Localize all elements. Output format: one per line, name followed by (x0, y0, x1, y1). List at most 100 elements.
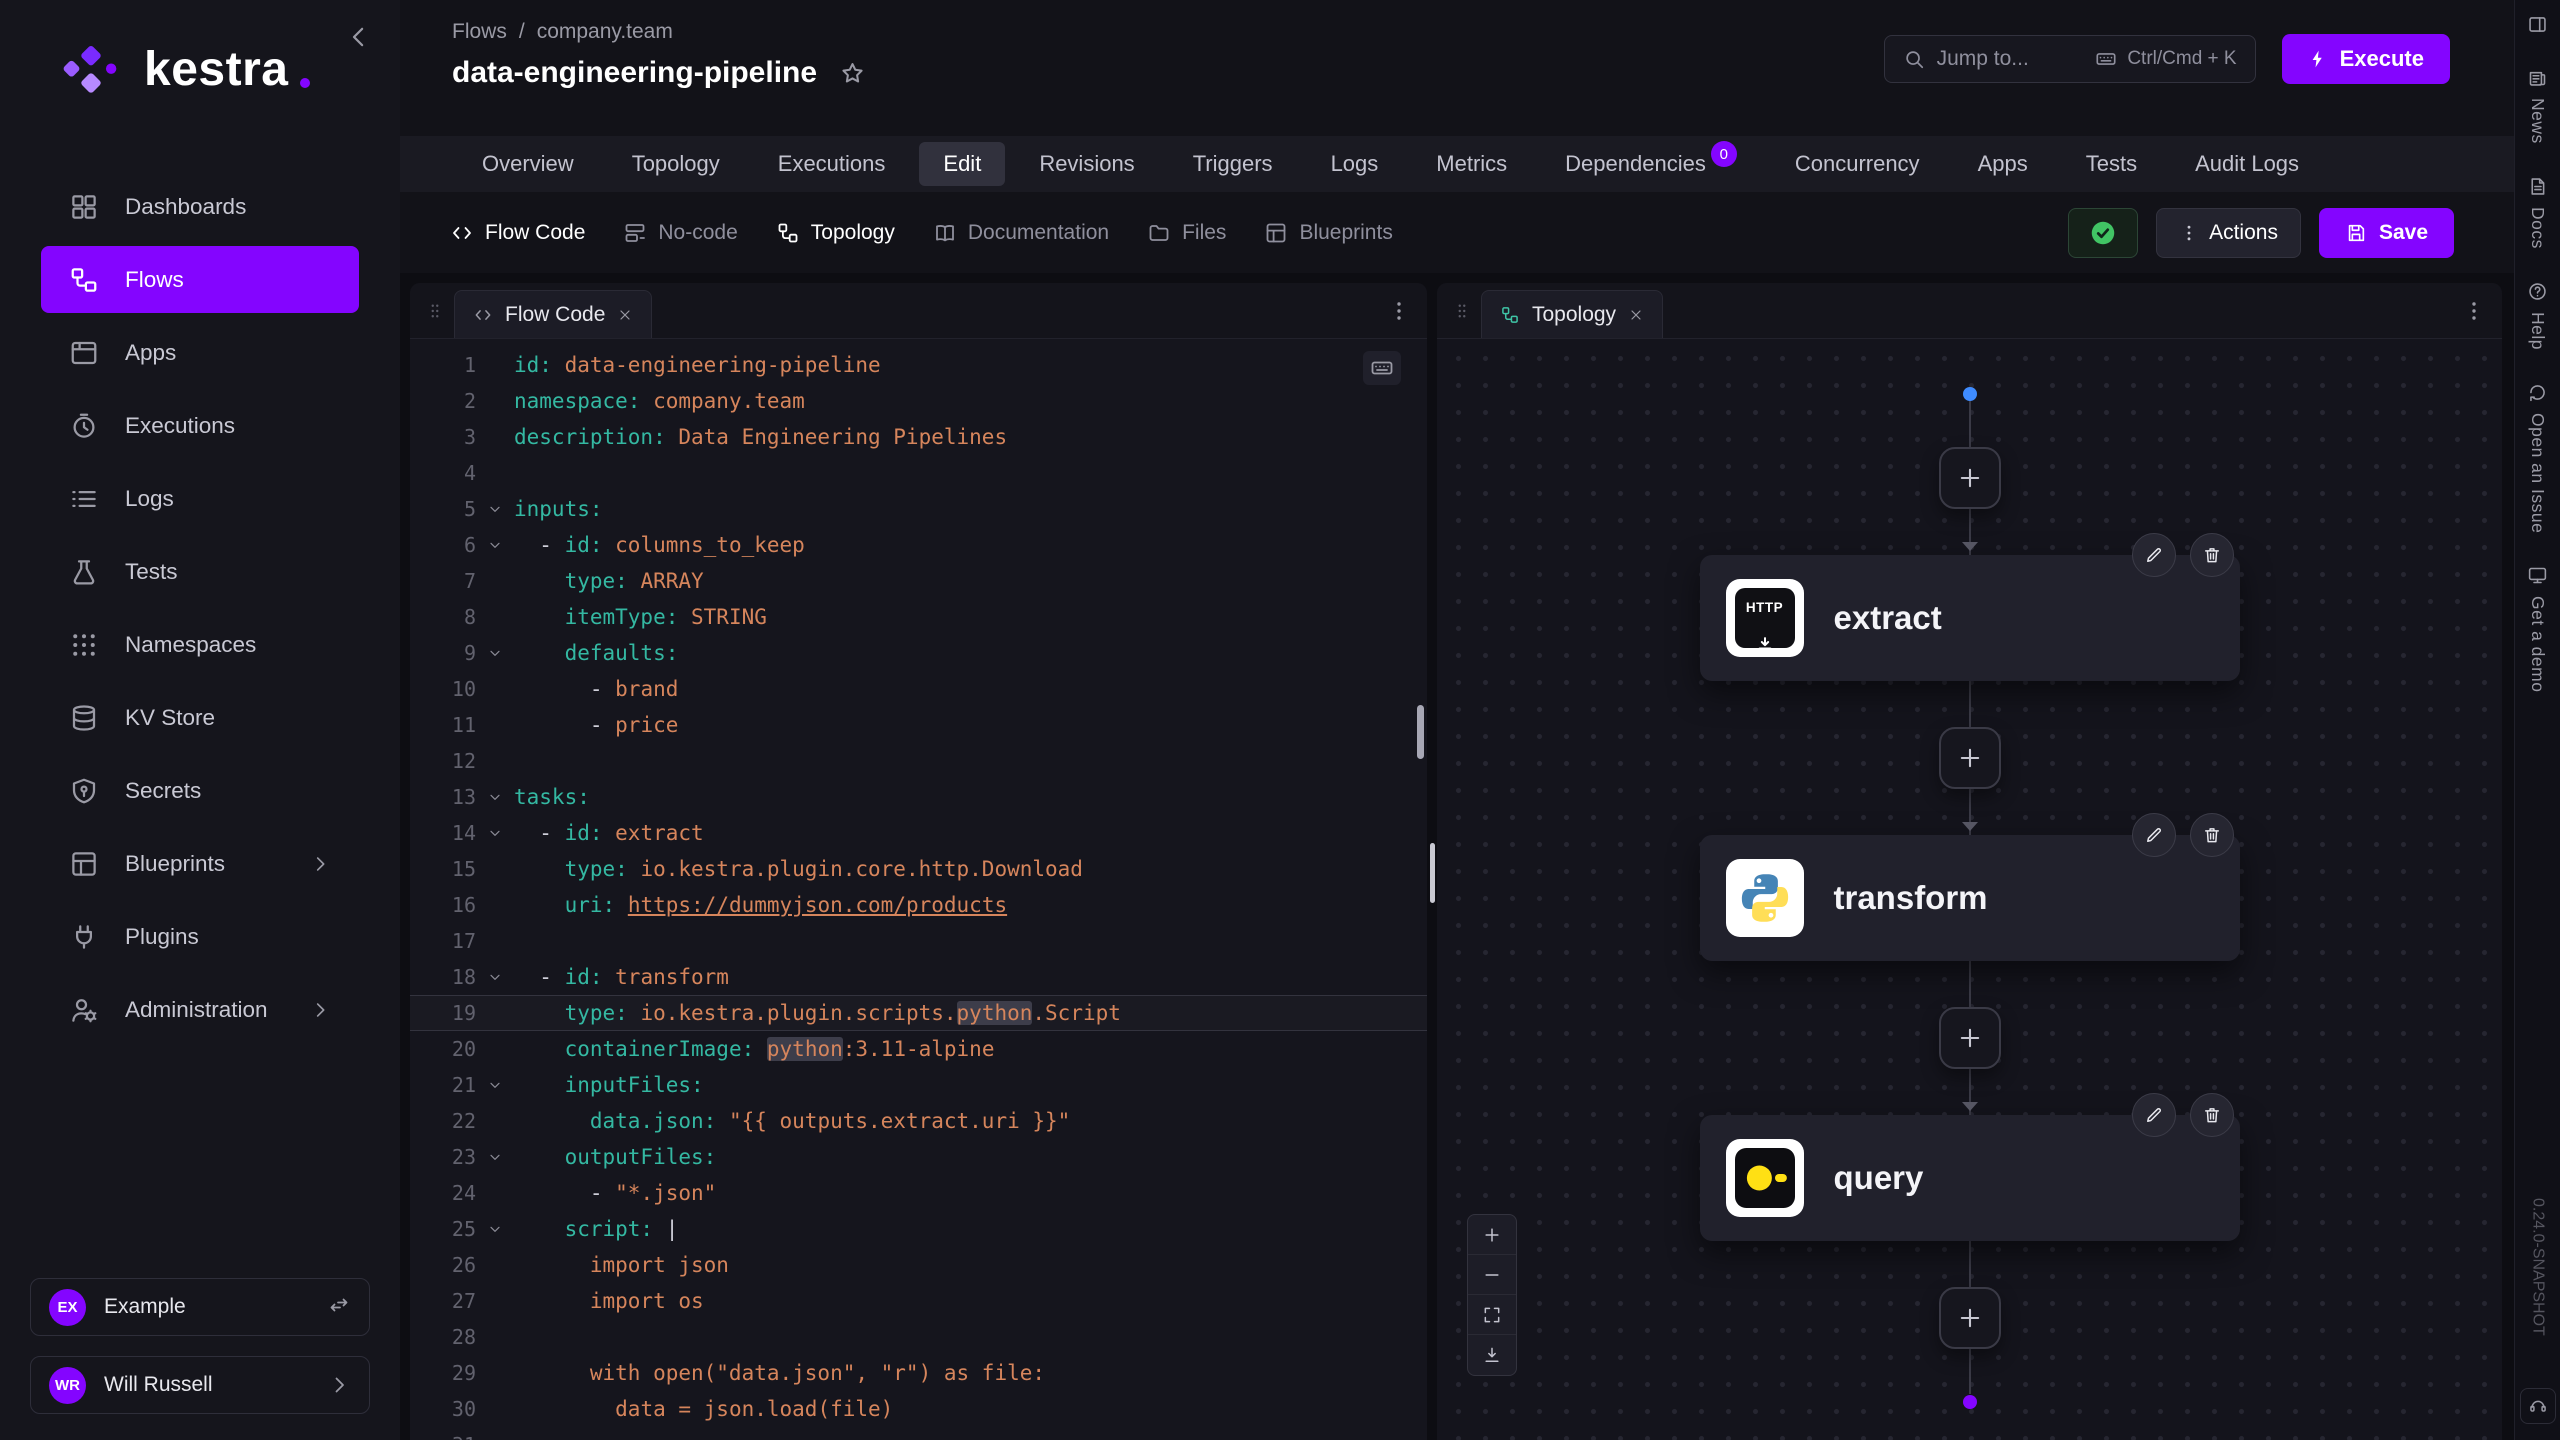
drag-handle-icon[interactable] (426, 297, 444, 325)
view-topology[interactable]: Topology (762, 213, 909, 253)
tab-overview[interactable]: Overview (458, 142, 598, 186)
zoom-in-button[interactable] (1468, 1215, 1516, 1255)
topology-tab[interactable]: Topology (1481, 290, 1663, 338)
sidebar-item-secrets[interactable]: Secrets (41, 757, 359, 824)
view-no-code[interactable]: No-code (609, 213, 751, 253)
code-line-13[interactable]: 13tasks: (410, 779, 1427, 815)
fold-toggle-icon[interactable] (476, 815, 514, 851)
code-line-4[interactable]: 4 (410, 455, 1427, 491)
code-line-12[interactable]: 12 (410, 743, 1427, 779)
tab-revisions[interactable]: Revisions (1015, 142, 1158, 186)
sidebar-item-apps[interactable]: Apps (41, 319, 359, 386)
code-line-21[interactable]: 21 inputFiles: (410, 1067, 1427, 1103)
sidebar-item-tests[interactable]: Tests (41, 538, 359, 605)
code-line-8[interactable]: 8 itemType: STRING (410, 599, 1427, 635)
kestra-logo[interactable]: kestra (0, 0, 400, 97)
code-line-23[interactable]: 23 outputFiles: (410, 1139, 1427, 1175)
add-task-button[interactable] (1939, 1287, 2001, 1349)
topology-node-transform[interactable]: transform (1700, 835, 2240, 961)
validation-status-button[interactable] (2068, 208, 2138, 258)
splitter-grip[interactable] (1430, 843, 1435, 903)
support-icon[interactable] (2520, 1388, 2556, 1424)
panel-splitter[interactable] (1427, 283, 1437, 1440)
code-line-19[interactable]: 19 type: io.kestra.plugin.scripts.python… (410, 995, 1427, 1031)
code-line-14[interactable]: 14 - id: extract (410, 815, 1427, 851)
tab-tests[interactable]: Tests (2062, 142, 2161, 186)
tab-concurrency[interactable]: Concurrency (1771, 142, 1944, 186)
tab-logs[interactable]: Logs (1307, 142, 1403, 186)
add-task-button[interactable] (1939, 447, 2001, 509)
fold-toggle-icon[interactable] (476, 1211, 514, 1247)
fit-view-button[interactable] (1468, 1295, 1516, 1335)
sidebar-item-kv-store[interactable]: KV Store (41, 684, 359, 751)
sidebar-item-logs[interactable]: Logs (41, 465, 359, 532)
close-icon[interactable] (617, 307, 633, 323)
sidebar-item-blueprints[interactable]: Blueprints (41, 830, 359, 897)
code-line-29[interactable]: 29 with open("data.json", "r") as file: (410, 1355, 1427, 1391)
delete-task-button[interactable] (2190, 533, 2234, 577)
topology-node-query[interactable]: query (1700, 1115, 2240, 1241)
rail-item-open-an-issue[interactable]: Open an Issue (2527, 382, 2548, 533)
edit-task-button[interactable] (2132, 1093, 2176, 1137)
tab-metrics[interactable]: Metrics (1412, 142, 1531, 186)
actions-button[interactable]: Actions (2156, 208, 2301, 258)
tab-triggers[interactable]: Triggers (1169, 142, 1297, 186)
sidebar-item-executions[interactable]: Executions (41, 392, 359, 459)
code-line-25[interactable]: 25 script: | (410, 1211, 1427, 1247)
keyboard-icon[interactable] (1363, 351, 1401, 385)
code-line-16[interactable]: 16 uri: https://dummyjson.com/products (410, 887, 1427, 923)
zoom-out-button[interactable] (1468, 1255, 1516, 1295)
delete-task-button[interactable] (2190, 1093, 2234, 1137)
star-icon[interactable] (839, 60, 866, 87)
code-line-7[interactable]: 7 type: ARRAY (410, 563, 1427, 599)
edit-task-button[interactable] (2132, 533, 2176, 577)
sidebar-collapse-icon[interactable] (344, 22, 374, 52)
flow-code-tab[interactable]: Flow Code (454, 290, 652, 338)
tab-audit-logs[interactable]: Audit Logs (2171, 142, 2323, 186)
view-flow-code[interactable]: Flow Code (436, 213, 599, 253)
code-line-31[interactable]: 31 (410, 1427, 1427, 1440)
tab-apps[interactable]: Apps (1954, 142, 2052, 186)
sidebar-item-dashboards[interactable]: Dashboards (41, 173, 359, 240)
code-line-22[interactable]: 22 data.json: "{{ outputs.extract.uri }}… (410, 1103, 1427, 1139)
panel-menu-icon[interactable] (1387, 299, 1411, 323)
fold-toggle-icon[interactable] (476, 1067, 514, 1103)
code-line-11[interactable]: 11 - price (410, 707, 1427, 743)
fold-toggle-icon[interactable] (476, 1139, 514, 1175)
right-panel-toggle[interactable] (2527, 14, 2548, 35)
user-menu[interactable]: WR Will Russell (30, 1356, 370, 1414)
edit-task-button[interactable] (2132, 813, 2176, 857)
sidebar-item-administration[interactable]: Administration (41, 976, 359, 1043)
code-line-30[interactable]: 30 data = json.load(file) (410, 1391, 1427, 1427)
view-files[interactable]: Files (1133, 213, 1240, 253)
breadcrumb-namespace[interactable]: company.team (537, 20, 673, 44)
code-line-15[interactable]: 15 type: io.kestra.plugin.core.http.Down… (410, 851, 1427, 887)
add-task-button[interactable] (1939, 727, 2001, 789)
sidebar-item-namespaces[interactable]: Namespaces (41, 611, 359, 678)
rail-item-docs[interactable]: Docs (2527, 176, 2548, 249)
code-line-2[interactable]: 2namespace: company.team (410, 383, 1427, 419)
tab-topology[interactable]: Topology (608, 142, 744, 186)
code-line-26[interactable]: 26 import json (410, 1247, 1427, 1283)
code-line-18[interactable]: 18 - id: transform (410, 959, 1427, 995)
sidebar-item-plugins[interactable]: Plugins (41, 903, 359, 970)
topology-node-extract[interactable]: HTTPextract (1700, 555, 2240, 681)
code-line-1[interactable]: 1id: data-engineering-pipeline (410, 347, 1427, 383)
code-line-17[interactable]: 17 (410, 923, 1427, 959)
code-line-28[interactable]: 28 (410, 1319, 1427, 1355)
editor-scrollbar[interactable] (1417, 705, 1424, 759)
code-line-20[interactable]: 20 containerImage: python:3.11-alpine (410, 1031, 1427, 1067)
sidebar-item-flows[interactable]: Flows (41, 246, 359, 313)
breadcrumb-flows[interactable]: Flows (452, 20, 507, 44)
code-editor[interactable]: 1id: data-engineering-pipeline2namespace… (410, 339, 1427, 1440)
rail-item-get-a-demo[interactable]: Get a demo (2527, 565, 2548, 692)
drag-handle-icon[interactable] (1453, 297, 1471, 325)
delete-task-button[interactable] (2190, 813, 2234, 857)
fold-toggle-icon[interactable] (476, 635, 514, 671)
tab-edit[interactable]: Edit (919, 142, 1005, 186)
code-line-10[interactable]: 10 - brand (410, 671, 1427, 707)
view-blueprints[interactable]: Blueprints (1250, 213, 1406, 253)
fold-toggle-icon[interactable] (476, 491, 514, 527)
code-line-5[interactable]: 5inputs: (410, 491, 1427, 527)
execute-button[interactable]: Execute (2282, 34, 2450, 84)
